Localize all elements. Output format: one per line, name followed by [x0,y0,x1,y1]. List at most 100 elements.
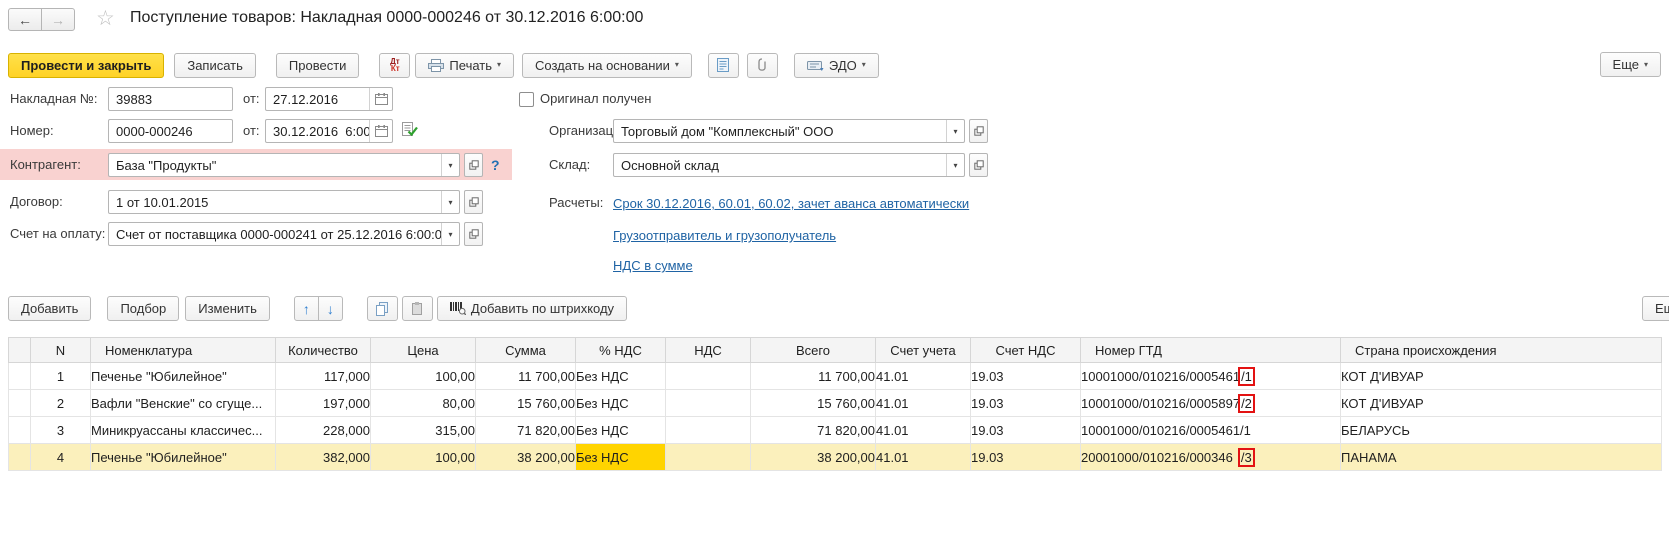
paperclip-icon [757,58,767,72]
col-country[interactable]: Страна происхождения [1341,338,1662,363]
items-more-button[interactable]: Еще▾ [1642,296,1669,321]
col-gtd-number[interactable]: Номер ГТД [1081,338,1341,363]
row-marker [9,417,31,444]
organization-open-button[interactable] [969,119,988,143]
row-marker [9,444,31,471]
col-vat-rate[interactable]: % НДС [576,338,666,363]
more-button[interactable]: Еще▾ [1600,52,1661,77]
row-marker [9,363,31,390]
open-icon [469,197,479,207]
open-icon [469,160,479,170]
settlements-link[interactable]: Срок 30.12.2016, 60.01, 60.02, зачет ава… [613,196,969,211]
caret-down-icon: ▾ [862,61,866,69]
move-up-button[interactable]: ↑ [294,296,319,321]
calendar-icon [375,93,388,105]
paste-row-button[interactable] [402,296,433,321]
vat-in-total-link[interactable]: НДС в сумме [613,258,693,273]
move-down-button[interactable]: ↓ [318,296,343,321]
back-button[interactable]: ← [8,8,42,31]
post-button[interactable]: Провести [276,53,360,78]
original-received-checkbox[interactable] [519,92,534,107]
col-price[interactable]: Цена [371,338,476,363]
title-bar: ← → ☆ Поступление товаров: Накладная 000… [8,6,1661,36]
number-label: Номер: [10,119,54,143]
col-nomenclature[interactable]: Номенклатура [91,338,276,363]
settlements-label: Расчеты: [549,191,603,215]
bill-open-button[interactable] [464,222,483,246]
gtd-annotation-box: /2 [1238,394,1255,413]
printer-icon [428,59,444,72]
attachments-button[interactable] [747,53,778,78]
col-account[interactable]: Счет учета [876,338,971,363]
number-from-label: от: [243,119,260,143]
col-vat-account[interactable]: Счет НДС [971,338,1081,363]
invoice-no-field[interactable]: 39883 [108,87,233,111]
add-row-button[interactable]: Добавить [8,296,91,321]
col-vat[interactable]: НДС [666,338,751,363]
table-row[interactable]: 2 Вафли "Венские" со сгуще... 197,000 80… [9,390,1662,417]
calendar-button[interactable] [369,88,392,110]
number-date-field[interactable]: 30.12.2016 6:00:00 [265,119,393,143]
table-header-row: N Номенклатура Количество Цена Сумма % Н… [9,338,1662,363]
create-based-on-button[interactable]: Создать на основании▾ [522,53,692,78]
counterparty-field[interactable]: База "Продукты" ▾ [108,153,460,177]
related-documents-button[interactable] [708,53,739,78]
document-icon [717,58,729,72]
col-sum[interactable]: Сумма [476,338,576,363]
warehouse-field[interactable]: Основной склад ▾ [613,153,965,177]
row-marker-header [9,338,31,363]
invoice-no-label: Накладная №: [10,87,97,111]
col-total[interactable]: Всего [751,338,876,363]
help-icon[interactable]: ? [491,153,500,177]
contract-label: Договор: [10,190,63,214]
print-button[interactable]: Печать▾ [415,53,514,78]
edo-icon [807,59,824,72]
items-toolbar: Добавить Подбор Изменить ↑ ↓ Добавить по… [8,296,627,321]
invoice-date-field[interactable]: 27.12.2016 [265,87,393,111]
dropdown-button[interactable]: ▾ [441,154,459,176]
forward-icon: → [51,12,65,28]
shipper-consignee-link[interactable]: Грузоотправитель и грузополучатель [613,228,836,243]
clipboard-icon [410,302,424,316]
open-icon [469,229,479,239]
arrow-up-icon: ↑ [303,301,310,317]
copy-row-button[interactable] [367,296,398,321]
table-row[interactable]: 1 Печенье "Юбилейное" 117,000 100,00 11 … [9,363,1662,390]
table-row[interactable]: 3 Миникруассаны классичес... 228,000 315… [9,417,1662,444]
col-quantity[interactable]: Количество [276,338,371,363]
set-time-icon[interactable] [402,122,418,142]
col-n[interactable]: N [31,338,91,363]
write-button[interactable]: Записать [174,53,256,78]
dropdown-button[interactable]: ▾ [946,120,964,142]
show-postings-button[interactable]: ДтКт [379,53,410,78]
bill-field[interactable]: Счет от поставщика 0000-000241 от 25.12.… [108,222,460,246]
calendar-button[interactable] [369,120,392,142]
open-icon [974,160,984,170]
contract-field[interactable]: 1 от 10.01.2015 ▾ [108,190,460,214]
number-field[interactable]: 0000-000246 [108,119,233,143]
caret-down-icon: ▾ [497,61,501,69]
post-and-close-button[interactable]: Провести и закрыть [8,53,164,78]
dtkt-icon: ДтКт [390,58,400,72]
edit-button[interactable]: Изменить [185,296,270,321]
open-icon [974,126,984,136]
forward-button[interactable]: → [41,8,75,31]
counterparty-open-button[interactable] [464,153,483,177]
pick-button[interactable]: Подбор [107,296,179,321]
dropdown-button[interactable]: ▾ [946,154,964,176]
nav-buttons: ← → [8,8,75,31]
favorite-star-icon[interactable]: ☆ [96,6,115,31]
organization-field[interactable]: Торговый дом "Комплексный" ООО ▾ [613,119,965,143]
add-by-barcode-button[interactable]: Добавить по штрихкоду [437,296,627,321]
warehouse-open-button[interactable] [969,153,988,177]
dropdown-button[interactable]: ▾ [441,223,459,245]
table-row-selected[interactable]: 4 Печенье "Юбилейное" 382,000 100,00 38 … [9,444,1662,471]
contract-open-button[interactable] [464,190,483,214]
active-cell[interactable]: Без НДС [576,444,666,471]
back-icon: ← [18,12,32,28]
edo-button[interactable]: ЭДО▾ [794,53,879,78]
gtd-annotation-box: /3 [1238,448,1255,467]
counterparty-label: Контрагент: [10,153,81,177]
dropdown-button[interactable]: ▾ [441,191,459,213]
original-received-label[interactable]: Оригинал получен [540,89,651,109]
